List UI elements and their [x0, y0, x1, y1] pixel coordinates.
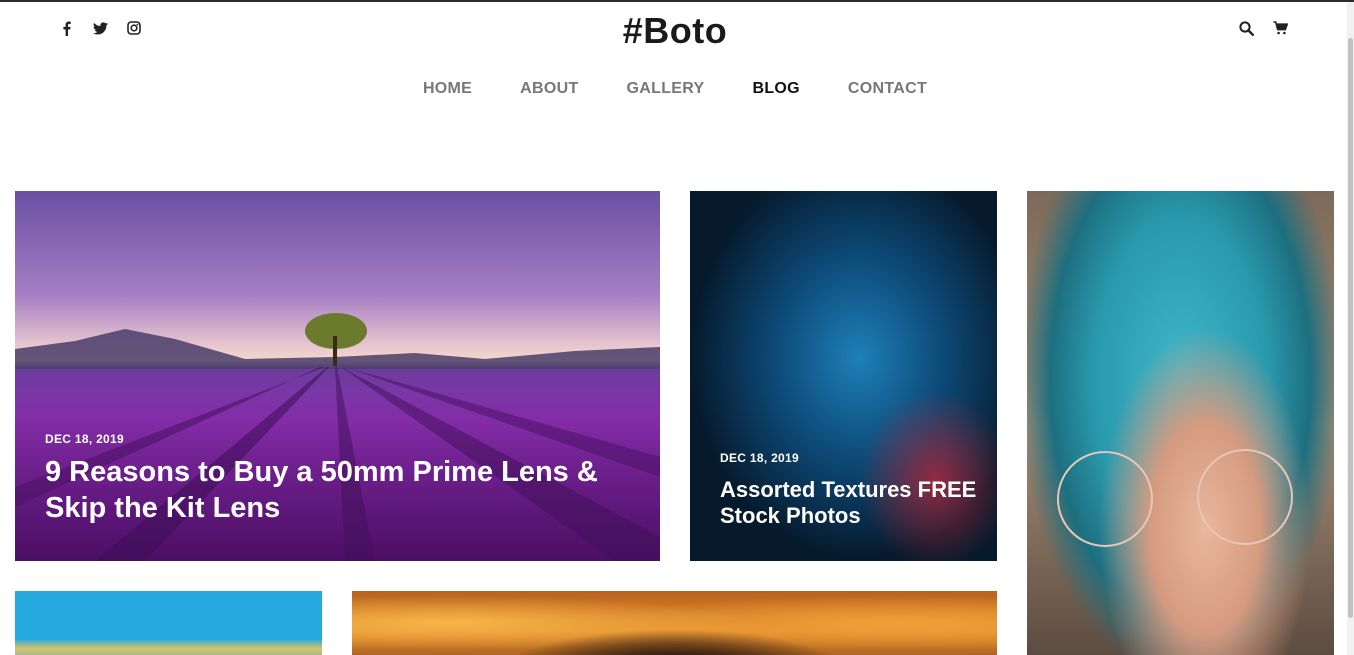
scrollbar[interactable]	[1347, 2, 1354, 655]
glasses-lens-left	[1057, 451, 1153, 547]
nav-gallery[interactable]: GALLERY	[627, 80, 705, 98]
main-nav: HOME ABOUT GALLERY BLOG CONTACT	[0, 80, 1350, 98]
scrollbar-thumb[interactable]	[1348, 38, 1353, 618]
header-tools	[1236, 19, 1290, 37]
post-card-arches[interactable]	[352, 591, 997, 655]
nav-contact[interactable]: CONTACT	[848, 80, 927, 98]
post-meta: DEC 18, 2019 9 Reasons to Buy a 50mm Pri…	[45, 432, 645, 526]
page: #Boto HOME ABOUT GALLERY BLOG CONTACT DE…	[0, 0, 1354, 655]
cart-icon[interactable]	[1270, 19, 1290, 37]
nav-home[interactable]: HOME	[423, 80, 472, 98]
post-card-portrait[interactable]	[1027, 191, 1334, 655]
nav-blog[interactable]: BLOG	[752, 80, 803, 98]
post-date: DEC 18, 2019	[45, 432, 124, 446]
tree-trunk	[333, 336, 337, 366]
site-logo[interactable]: #Boto	[0, 10, 1350, 52]
search-icon[interactable]	[1236, 19, 1256, 37]
glasses-lens-right	[1197, 449, 1293, 545]
post-date: DEC 18, 2019	[720, 451, 799, 465]
post-card-blue[interactable]	[15, 591, 322, 655]
top-border	[0, 0, 1354, 2]
post-card-lavender[interactable]: DEC 18, 2019 9 Reasons to Buy a 50mm Pri…	[15, 191, 660, 561]
post-title[interactable]: Assorted Textures FREE Stock Photos	[720, 477, 980, 529]
nav-about[interactable]: ABOUT	[520, 80, 578, 98]
post-card-textures[interactable]: DEC 18, 2019 Assorted Textures FREE Stoc…	[690, 191, 997, 561]
post-meta: DEC 18, 2019 Assorted Textures FREE Stoc…	[720, 451, 980, 529]
post-title[interactable]: 9 Reasons to Buy a 50mm Prime Lens & Ski…	[45, 454, 645, 526]
